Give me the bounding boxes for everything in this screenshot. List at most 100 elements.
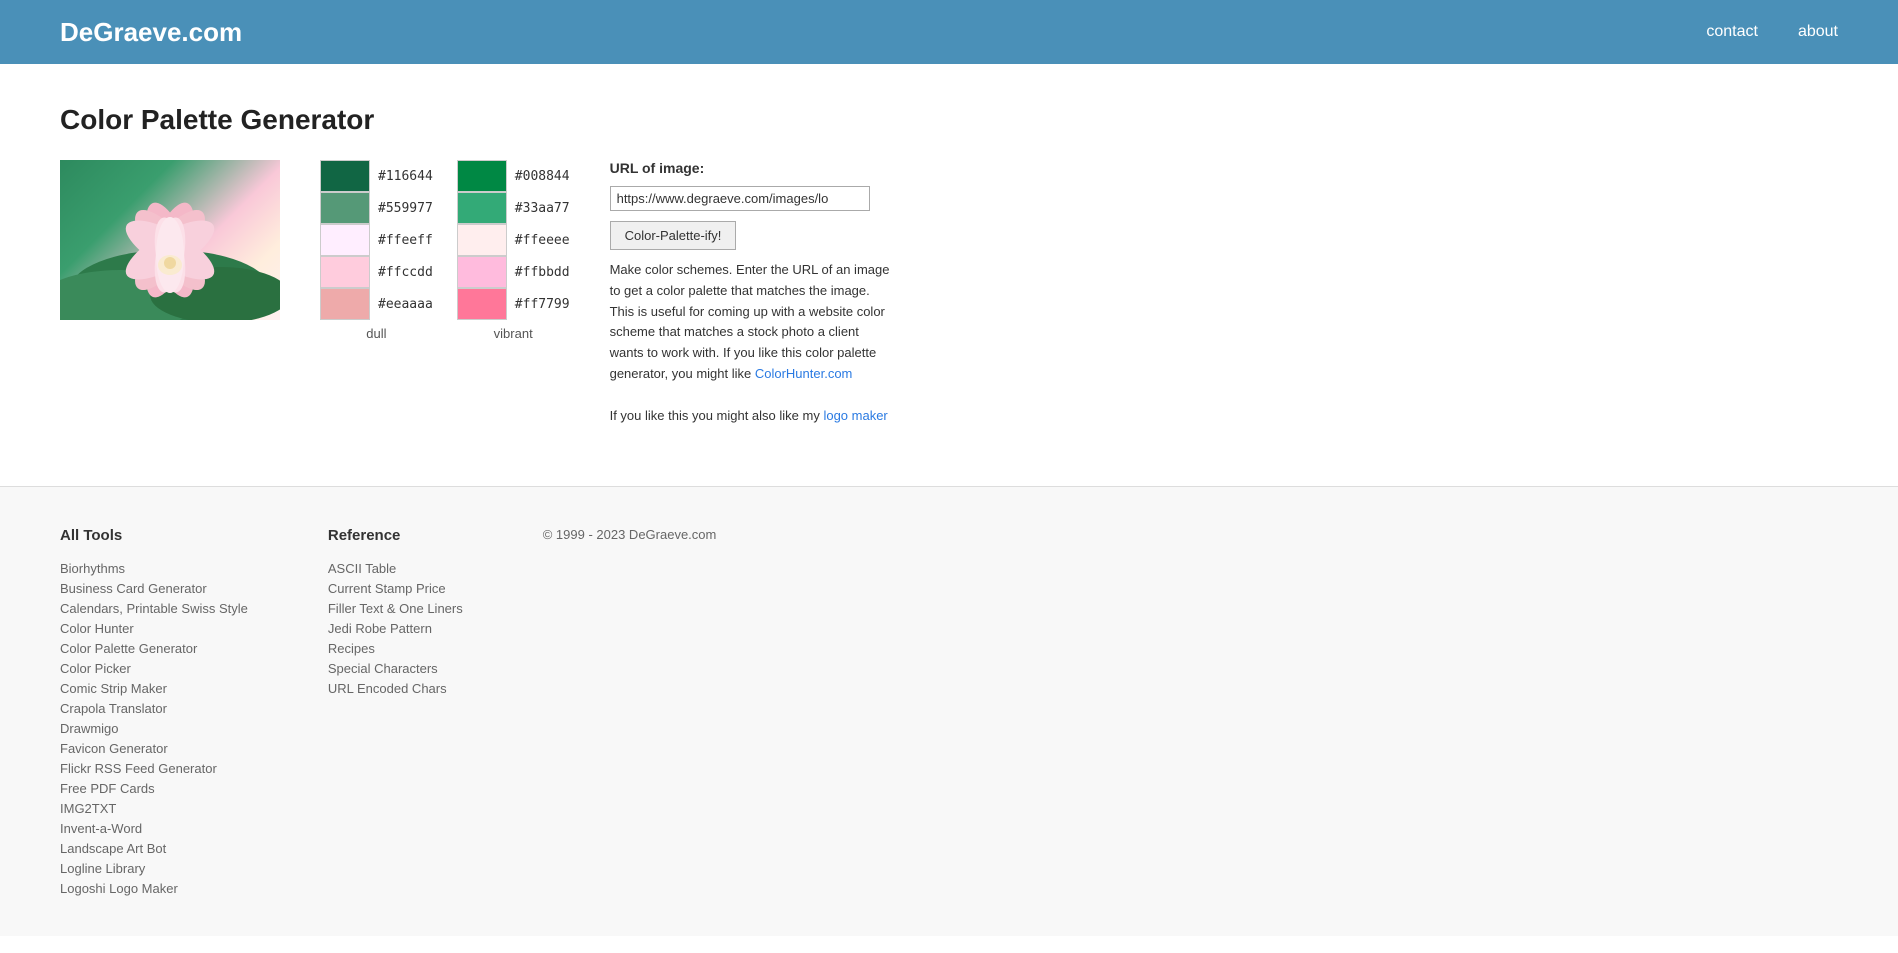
tool-link[interactable]: Color Picker <box>60 661 131 676</box>
tool-link[interactable]: Landscape Art Bot <box>60 841 166 856</box>
vibrant-swatch-box <box>457 224 507 256</box>
main-nav: contact about <box>1706 23 1838 41</box>
footer-inner: All Tools Biorhythms Business Card Genera… <box>60 527 1838 896</box>
vibrant-swatch-box <box>457 256 507 288</box>
vibrant-swatch-row: #ffbbdd <box>457 256 570 288</box>
dull-swatch-row: #559977 <box>320 192 433 224</box>
url-input[interactable] <box>610 186 870 211</box>
logomaker-link[interactable]: logo maker <box>823 408 887 423</box>
dull-swatch-box <box>320 160 370 192</box>
dull-swatch-box <box>320 256 370 288</box>
list-item: Recipes <box>328 640 463 656</box>
dull-swatch-label: #559977 <box>378 201 433 216</box>
list-item: Logline Library <box>60 860 248 876</box>
list-item: Color Palette Generator <box>60 640 248 656</box>
dull-swatch-label: #116644 <box>378 169 433 184</box>
tool-link[interactable]: Free PDF Cards <box>60 781 155 796</box>
dull-swatch-box <box>320 288 370 320</box>
reference-heading: Reference <box>328 527 463 544</box>
tool-link[interactable]: IMG2TXT <box>60 801 116 816</box>
tool-link[interactable]: Invent-a-Word <box>60 821 142 836</box>
footer-copyright-col: © 1999 - 2023 DeGraeve.com <box>543 527 717 896</box>
list-item: Biorhythms <box>60 560 248 576</box>
tool-link[interactable]: Biorhythms <box>60 561 125 576</box>
dull-label: dull <box>320 326 433 341</box>
reference-link[interactable]: URL Encoded Chars <box>328 681 447 696</box>
list-item: Business Card Generator <box>60 580 248 596</box>
flower-image <box>60 160 280 320</box>
tool-link[interactable]: Business Card Generator <box>60 581 207 596</box>
list-item: Free PDF Cards <box>60 780 248 796</box>
list-item: Favicon Generator <box>60 740 248 756</box>
tool-link[interactable]: Color Palette Generator <box>60 641 197 656</box>
reference-link[interactable]: Filler Text & One Liners <box>328 601 463 616</box>
vibrant-swatch-label: #008844 <box>515 169 570 184</box>
vibrant-swatch-label: #ffeeee <box>515 233 570 248</box>
vibrant-swatch-row: #ff7799 <box>457 288 570 320</box>
list-item: Invent-a-Word <box>60 820 248 836</box>
copyright: © 1999 - 2023 DeGraeve.com <box>543 527 717 542</box>
tool-link[interactable]: Calendars, Printable Swiss Style <box>60 601 248 616</box>
reference-link[interactable]: Jedi Robe Pattern <box>328 621 432 636</box>
swatches-pair: #116644#559977#ffeeff#ffccdd#eeaaaadull … <box>320 160 570 341</box>
all-tools-list: Biorhythms Business Card Generator Calenda… <box>60 560 248 896</box>
list-item: Color Picker <box>60 660 248 676</box>
list-item: Jedi Robe Pattern <box>328 620 463 636</box>
tool-link[interactable]: Color Hunter <box>60 621 134 636</box>
reference-link[interactable]: Current Stamp Price <box>328 581 446 596</box>
vibrant-swatch-label: #ffbbdd <box>515 265 570 280</box>
palette-image <box>60 160 280 320</box>
dull-swatch-label: #eeaaaa <box>378 297 433 312</box>
description-text2: If you like this you might also like my <box>610 408 824 423</box>
dull-swatch-row: #eeaaaa <box>320 288 433 320</box>
description: Make color schemes. Enter the URL of an … <box>610 260 890 426</box>
vibrant-swatch-row: #008844 <box>457 160 570 192</box>
list-item: Flickr RSS Feed Generator <box>60 760 248 776</box>
list-item: Special Characters <box>328 660 463 676</box>
site-logo[interactable]: DeGraeve.com <box>60 17 242 48</box>
tool-link[interactable]: Favicon Generator <box>60 741 168 756</box>
list-item: IMG2TXT <box>60 800 248 816</box>
vibrant-swatches: #008844 #33aa77 #ffeeee #ffbbdd #ff7799 vibra… <box>457 160 570 341</box>
nav-contact[interactable]: contact <box>1706 23 1758 41</box>
reference-list: ASCII Table Current Stamp Price Filler Tex… <box>328 560 463 696</box>
vibrant-swatch-row: #33aa77 <box>457 192 570 224</box>
tool-link[interactable]: Crapola Translator <box>60 701 167 716</box>
tool-link[interactable]: Comic Strip Maker <box>60 681 167 696</box>
nav-about[interactable]: about <box>1798 23 1838 41</box>
all-tools-heading: All Tools <box>60 527 248 544</box>
palette-container: #116644#559977#ffeeff#ffccdd#eeaaaadull … <box>60 160 1140 426</box>
site-footer: All Tools Biorhythms Business Card Genera… <box>0 486 1898 936</box>
vibrant-label: vibrant <box>457 326 570 341</box>
main-content: Color Palette Generator <box>0 64 1200 486</box>
dull-swatch-row: #116644 <box>320 160 433 192</box>
dull-swatch-box <box>320 192 370 224</box>
list-item: Calendars, Printable Swiss Style <box>60 600 248 616</box>
generate-button[interactable]: Color-Palette-ify! <box>610 221 737 250</box>
dull-swatch-row: #ffccdd <box>320 256 433 288</box>
list-item: Current Stamp Price <box>328 580 463 596</box>
footer-all-tools: All Tools Biorhythms Business Card Genera… <box>60 527 248 896</box>
reference-link[interactable]: ASCII Table <box>328 561 396 576</box>
vibrant-swatch-row: #ffeeee <box>457 224 570 256</box>
reference-link[interactable]: Special Characters <box>328 661 438 676</box>
tool-link[interactable]: Drawmigo <box>60 721 119 736</box>
tool-link[interactable]: Logoshi Logo Maker <box>60 881 178 896</box>
colorhunter-link[interactable]: ColorHunter.com <box>755 366 853 381</box>
site-header: DeGraeve.com contact about <box>0 0 1898 64</box>
vibrant-swatch-label: #ff7799 <box>515 297 570 312</box>
dull-swatch-label: #ffeeff <box>378 233 433 248</box>
lotus-svg <box>60 160 280 320</box>
vibrant-swatch-box <box>457 288 507 320</box>
list-item: URL Encoded Chars <box>328 680 463 696</box>
reference-link[interactable]: Recipes <box>328 641 375 656</box>
tool-link[interactable]: Flickr RSS Feed Generator <box>60 761 217 776</box>
page-title: Color Palette Generator <box>60 104 1140 136</box>
dull-swatches: #116644 #559977 #ffeeff #ffccdd #eeaaaa dull <box>320 160 433 341</box>
list-item: Comic Strip Maker <box>60 680 248 696</box>
vibrant-swatch-box <box>457 192 507 224</box>
tool-link[interactable]: Logline Library <box>60 861 145 876</box>
list-item: Crapola Translator <box>60 700 248 716</box>
description-text1: Make color schemes. Enter the URL of an … <box>610 262 890 381</box>
list-item: Logoshi Logo Maker <box>60 880 248 896</box>
